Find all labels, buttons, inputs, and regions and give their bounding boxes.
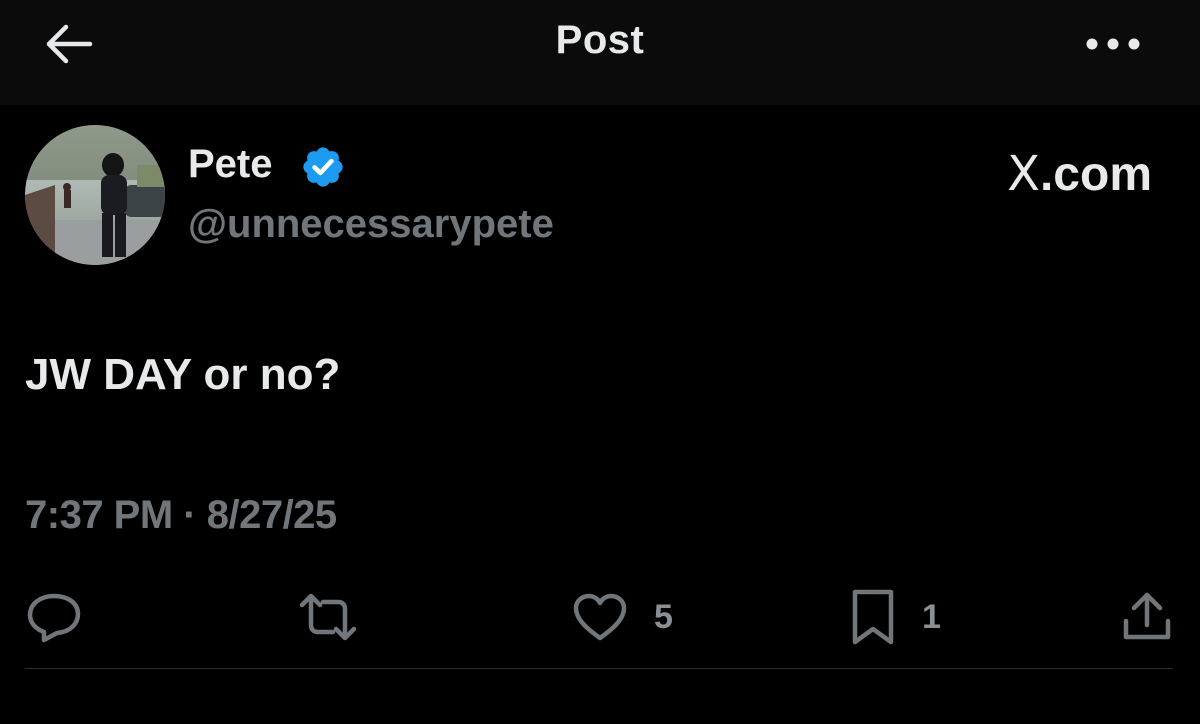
post-text: JW DAY or no? [25,350,341,399]
reply-button[interactable] [25,586,83,648]
x-logo: X [1007,146,1040,202]
reply-icon [27,593,81,643]
repost-button[interactable] [297,586,359,648]
avatar[interactable] [25,125,165,265]
share-button[interactable] [1120,586,1174,648]
bookmark-button[interactable]: 1 [850,586,941,648]
bookmark-count: 1 [922,597,941,636]
post-timestamp[interactable]: 7:37 PM · 8/27/25 [25,493,337,538]
brand-watermark: X.com [1007,146,1152,202]
avatar-photo [25,125,165,265]
top-bar: Post [0,0,1200,105]
more-options-button[interactable] [1078,20,1148,68]
like-button[interactable]: 5 [572,586,673,648]
verified-badge-icon [303,147,343,187]
author-handle[interactable]: @unnecessarypete [188,202,554,247]
author-display-name[interactable]: Pete [188,142,273,187]
bookmark-icon [852,589,894,645]
page-title: Post [555,18,645,62]
more-horizontal-icon [1086,38,1140,50]
divider [25,668,1173,669]
repost-icon [299,593,357,641]
share-icon [1123,592,1171,640]
like-count: 5 [654,597,673,636]
brand-domain: .com [1039,148,1152,201]
heart-icon [573,593,627,641]
